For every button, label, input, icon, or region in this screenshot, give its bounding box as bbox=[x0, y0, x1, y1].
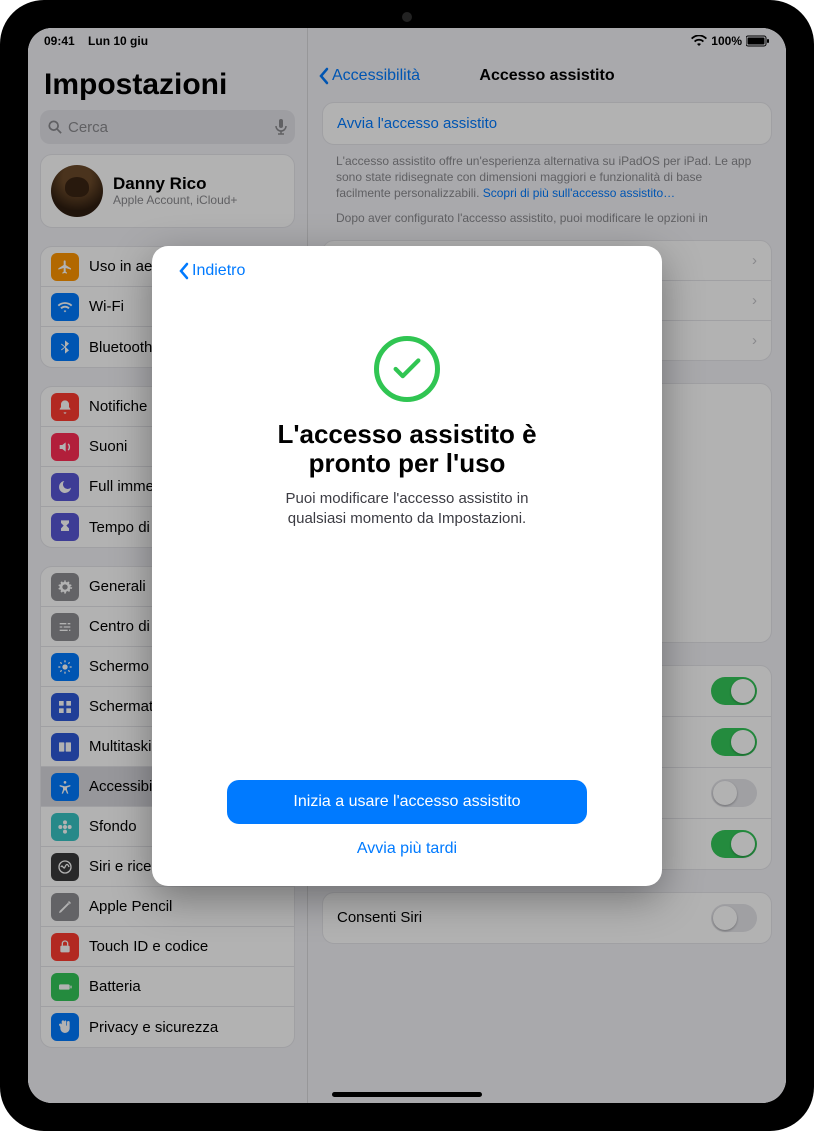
start-now-button[interactable]: Inizia a usare l'accesso assistito bbox=[227, 780, 587, 824]
chevron-left-icon bbox=[178, 262, 190, 280]
ready-modal: Indietro L'accesso assistito è pronto pe… bbox=[152, 246, 662, 886]
modal-back-button[interactable]: Indietro bbox=[178, 262, 245, 280]
checkmark-icon bbox=[374, 336, 440, 402]
start-later-button[interactable]: Avvia più tardi bbox=[178, 830, 636, 868]
modal-title: L'accesso assistito è pronto per l'uso bbox=[237, 420, 577, 480]
front-camera bbox=[402, 12, 412, 22]
modal-subtitle: Puoi modificare l'accesso assistito in q… bbox=[257, 489, 557, 528]
